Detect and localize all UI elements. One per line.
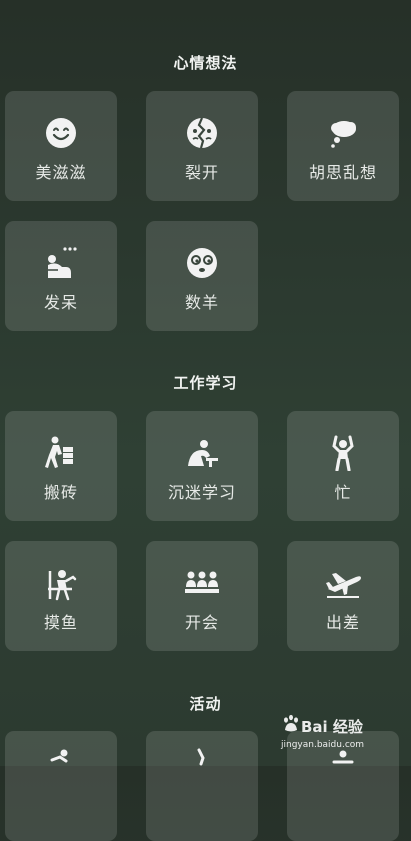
watermark-url: jingyan.baidu.com xyxy=(281,740,365,750)
status-tile-label: 裂开 xyxy=(184,163,219,182)
stressed-person-icon xyxy=(287,435,399,471)
status-tile-label: 出差 xyxy=(325,613,360,632)
status-tile-label: 美滋滋 xyxy=(35,163,87,182)
slacking-person-icon xyxy=(5,565,117,601)
status-tile-busy[interactable]: 忙 xyxy=(287,411,399,521)
baidu-paw-icon xyxy=(284,714,298,732)
status-tile-counting-sheep[interactable]: 数羊 xyxy=(146,221,258,331)
status-tile-meeting[interactable]: 开会 xyxy=(146,541,258,651)
status-tile-daydream[interactable]: 发呆 xyxy=(5,221,117,331)
meeting-icon xyxy=(146,565,258,601)
status-tile-label: 沉迷学习 xyxy=(167,483,236,502)
daydream-person-icon xyxy=(5,245,117,281)
status-tile-label: 搬砖 xyxy=(43,483,78,502)
status-tile-label: 发呆 xyxy=(43,293,78,312)
baidu-jingyan-watermark: Bai 经验 jingyan.baidu.com xyxy=(281,712,391,756)
status-tile-label: 忙 xyxy=(334,483,352,502)
walking-person-icon xyxy=(146,745,258,781)
status-tile-activity-1[interactable] xyxy=(5,731,117,841)
status-tile-carrying-bricks[interactable]: 搬砖 xyxy=(5,411,117,521)
status-tile-slacking[interactable]: 摸鱼 xyxy=(5,541,117,651)
status-tile-label: 摸鱼 xyxy=(43,613,78,632)
airplane-icon xyxy=(287,565,399,601)
status-tile-happy[interactable]: 美滋滋 xyxy=(5,91,117,201)
section-title-work-study: 工作学习 xyxy=(173,374,238,392)
studying-person-icon xyxy=(146,435,258,471)
status-tile-label: 数羊 xyxy=(184,293,219,312)
thought-bubble-icon xyxy=(287,115,399,151)
carrying-bricks-icon xyxy=(5,435,117,471)
smiling-face-icon xyxy=(5,115,117,151)
status-tile-label: 开会 xyxy=(184,613,219,632)
sleepy-face-icon xyxy=(146,245,258,281)
section-title-activities: 活动 xyxy=(189,695,222,713)
status-tile-business-trip[interactable]: 出差 xyxy=(287,541,399,651)
status-tile-activity-2[interactable] xyxy=(146,731,258,841)
status-tile-cracked[interactable]: 裂开 xyxy=(146,91,258,201)
status-tile-label: 胡思乱想 xyxy=(308,163,377,182)
cracked-face-icon xyxy=(146,115,258,151)
running-person-icon xyxy=(5,745,117,781)
status-tile-studying[interactable]: 沉迷学习 xyxy=(146,411,258,521)
watermark-brand: Bai 经验 xyxy=(301,718,363,736)
status-tile-thinking[interactable]: 胡思乱想 xyxy=(287,91,399,201)
section-title-mood: 心情想法 xyxy=(173,54,238,72)
